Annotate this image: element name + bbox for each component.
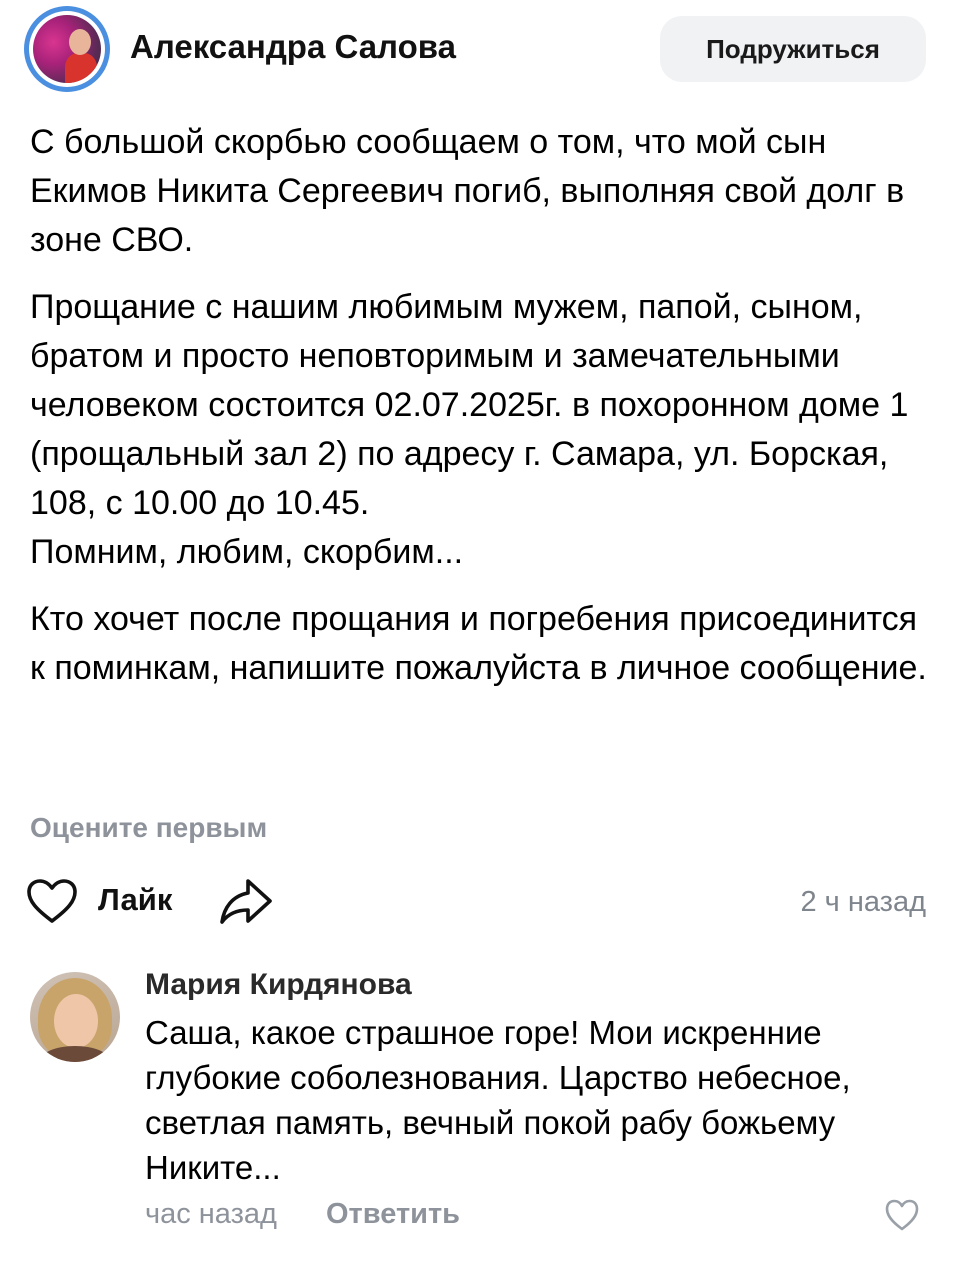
comment-item: Мария Кирдянова Саша, какое страшное гор… [0,960,956,1260]
share-arrow-icon[interactable] [218,876,274,926]
add-friend-button[interactable]: Подружиться [660,16,926,82]
avatar-photo [33,15,101,83]
avatar-figure-face [54,994,98,1048]
post-body: С большой скорбью сообщаем о том, что мо… [30,118,930,693]
post-paragraph: Прощание с нашим любимым мужем, папой, с… [30,288,909,522]
rate-first-prompt[interactable]: Оцените первым [30,812,267,844]
post-timestamp: 2 ч назад [800,886,926,918]
comment-author[interactable]: Мария Кирдянова [145,968,412,1002]
author-name[interactable]: Александра Салова [130,28,456,66]
post-actions: Лайк 2 ч назад [0,872,956,932]
heart-outline-icon[interactable] [26,878,78,924]
author-avatar[interactable] [24,6,110,92]
post-paragraph: Кто хочет после прощания и погребения пр… [30,600,927,687]
heart-outline-icon[interactable] [884,1198,920,1232]
comment-timestamp: час назад [145,1198,277,1230]
commenter-avatar[interactable] [30,972,120,1062]
post-paragraph: Помним, любим, скорбим... [30,533,464,571]
post-paragraph: С большой скорбью сообщаем о том, что мо… [30,123,905,259]
comment-text: Саша, какое страшное горе! Мои искренние… [145,1014,851,1186]
avatar-figure-dress [65,53,97,83]
post-header: Александра Салова Подружиться [0,0,956,100]
avatar-figure-face [69,29,91,55]
like-button-label[interactable]: Лайк [98,882,172,918]
reply-button[interactable]: Ответить [326,1198,460,1231]
